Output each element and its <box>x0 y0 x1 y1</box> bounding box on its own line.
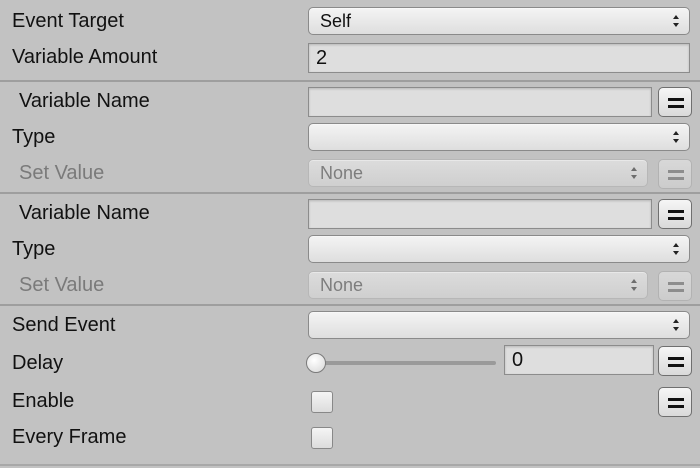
equals-icon <box>668 357 684 367</box>
row-event-target: Event Target Self <box>0 3 700 39</box>
fsm-action-inspector: Event Target Self Variable Amount 2 Vari… <box>0 0 700 468</box>
delay-slider-track[interactable] <box>316 361 496 365</box>
variable-name-label: Variable Name <box>19 90 150 112</box>
variable-toggle-button[interactable] <box>658 271 692 301</box>
type-popup[interactable] <box>308 235 690 263</box>
variable-toggle-button[interactable] <box>658 199 692 229</box>
row-variable-name-1: Variable Name <box>0 83 700 119</box>
type-label: Type <box>12 126 56 148</box>
type-label: Type <box>12 238 56 260</box>
event-target-label: Event Target <box>12 10 124 32</box>
delay-label: Delay <box>12 352 64 374</box>
delay-value: 0 <box>512 349 524 371</box>
variable-name-field[interactable] <box>308 199 652 229</box>
up-down-chevron-icon <box>673 243 679 255</box>
variable-toggle-button[interactable] <box>658 87 692 117</box>
row-enable: Enable <box>0 383 700 419</box>
every-frame-label: Every Frame <box>12 426 127 448</box>
up-down-chevron-icon <box>631 279 637 291</box>
divider <box>0 80 700 82</box>
variable-toggle-button[interactable] <box>658 387 692 417</box>
row-delay: Delay 0 <box>0 345 700 381</box>
every-frame-checkbox[interactable] <box>311 427 333 449</box>
variable-toggle-button[interactable] <box>658 346 692 376</box>
set-value-label: Set Value <box>19 274 105 296</box>
variable-name-field[interactable] <box>308 87 652 117</box>
up-down-chevron-icon <box>673 15 679 27</box>
row-every-frame: Every Frame <box>0 419 700 455</box>
variable-amount-value: 2 <box>316 47 328 69</box>
row-variable-amount: Variable Amount 2 <box>0 39 700 75</box>
type-popup[interactable] <box>308 123 690 151</box>
set-value-label: Set Value <box>19 162 105 184</box>
equals-icon <box>668 210 684 220</box>
up-down-chevron-icon <box>631 167 637 179</box>
divider <box>0 304 700 306</box>
send-event-label: Send Event <box>12 314 116 336</box>
send-event-popup[interactable] <box>308 311 690 339</box>
event-target-popup[interactable]: Self <box>308 7 690 35</box>
equals-icon <box>668 98 684 108</box>
up-down-chevron-icon <box>673 131 679 143</box>
set-value-value: None <box>320 275 364 295</box>
divider <box>0 192 700 194</box>
equals-icon <box>668 398 684 408</box>
variable-name-label: Variable Name <box>19 202 150 224</box>
equals-icon <box>668 282 684 292</box>
set-value-popup[interactable]: None <box>308 159 648 187</box>
enable-label: Enable <box>12 390 75 412</box>
divider <box>0 464 700 466</box>
row-send-event: Send Event <box>0 307 700 343</box>
row-type-2: Type <box>0 231 700 267</box>
up-down-chevron-icon <box>673 319 679 331</box>
delay-field[interactable]: 0 <box>504 345 654 375</box>
row-type-1: Type <box>0 119 700 155</box>
row-set-value-2: Set Value None <box>0 267 700 303</box>
variable-amount-field[interactable]: 2 <box>308 43 690 73</box>
delay-slider-thumb[interactable] <box>306 353 326 373</box>
event-target-value: Self <box>320 11 352 31</box>
row-set-value-1: Set Value None <box>0 155 700 191</box>
enable-checkbox[interactable] <box>311 391 333 413</box>
equals-icon <box>668 170 684 180</box>
set-value-popup[interactable]: None <box>308 271 648 299</box>
variable-toggle-button[interactable] <box>658 159 692 189</box>
row-variable-name-2: Variable Name <box>0 195 700 231</box>
variable-amount-label: Variable Amount <box>12 46 158 68</box>
set-value-value: None <box>320 163 364 183</box>
